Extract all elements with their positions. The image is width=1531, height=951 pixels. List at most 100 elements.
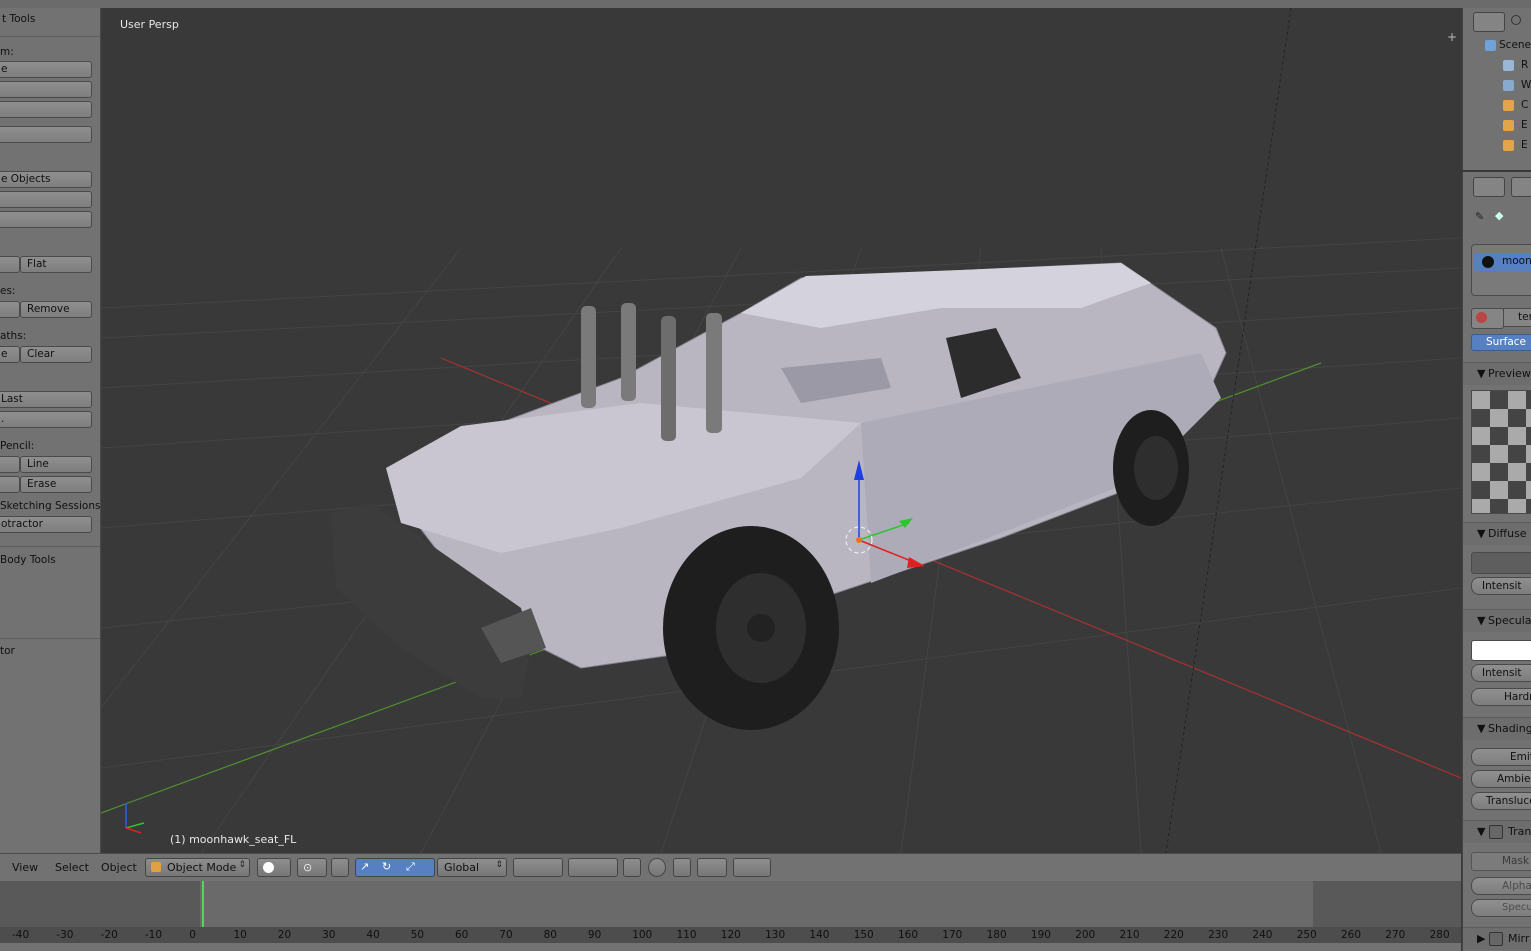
snap-toggle[interactable] — [673, 858, 691, 877]
outliner-row[interactable]: W — [1489, 78, 1531, 94]
tool-button-right[interactable]: Remove — [20, 301, 92, 318]
outliner-row[interactable]: C — [1489, 98, 1531, 114]
editor-type-selector[interactable] — [1473, 177, 1505, 197]
tool-button-left[interactable] — [0, 456, 20, 473]
translucency-field[interactable]: Translucе — [1471, 792, 1531, 810]
timeline-tick-label: 60 — [455, 929, 469, 941]
transparency-checkbox[interactable] — [1489, 825, 1503, 839]
timeline-tick-label: 70 — [499, 929, 513, 941]
timeline-tick-label: -20 — [100, 929, 118, 941]
render-buttons[interactable] — [733, 858, 771, 877]
tool-button-right[interactable]: Line — [20, 456, 92, 473]
tool-button-left[interactable] — [0, 256, 20, 273]
tool-button[interactable] — [0, 211, 92, 228]
timeline-tick-label: 280 — [1429, 929, 1450, 941]
material-slot-list[interactable]: moonh — [1471, 244, 1531, 296]
material-browse-button[interactable] — [1471, 308, 1504, 329]
tool-button[interactable]: e — [0, 61, 92, 78]
operator-panel-header[interactable]: tor — [0, 645, 15, 657]
editor-type-selector[interactable] — [1473, 12, 1505, 32]
timeline-tick-label: 270 — [1385, 929, 1406, 941]
outliner-row[interactable]: E — [1489, 138, 1531, 154]
orientation-selector[interactable]: Global ⇕ — [437, 858, 507, 877]
timeline-tick-label: 80 — [543, 929, 557, 941]
menu-select[interactable]: Select — [55, 861, 89, 874]
outliner-row[interactable]: R — [1489, 58, 1531, 74]
layer-buttons-2[interactable] — [568, 858, 618, 877]
timeline-tick-label: 10 — [233, 929, 247, 941]
timeline-tick-label: 30 — [322, 929, 336, 941]
proportional-edit-button[interactable] — [648, 858, 666, 877]
emit-field[interactable]: Emit — [1471, 748, 1531, 766]
material-name-field[interactable]: terio — [1503, 308, 1531, 327]
tool-button-right[interactable]: Flat — [20, 256, 92, 273]
timeline-ruler[interactable]: -40 -30 -20 -10 0 10 20 30 40 50 60 70 80 90 100 110 120… — [0, 927, 1461, 943]
tool-button-left[interactable] — [0, 301, 20, 318]
mode-selector[interactable]: Object Mode ⇕ — [145, 858, 250, 877]
ambient-field[interactable]: Ambien — [1471, 770, 1531, 788]
scale-icon: ⤢ — [406, 860, 415, 873]
rigid-body-tools-header[interactable]: Body Tools — [0, 554, 56, 566]
tool-button-left[interactable] — [0, 476, 20, 493]
tool-button[interactable] — [0, 191, 92, 208]
specular-color-swatch[interactable] — [1471, 640, 1531, 661]
material-sphere-icon — [1482, 256, 1494, 268]
layer-buttons-1[interactable] — [513, 858, 563, 877]
tool-button[interactable] — [0, 81, 92, 98]
tool-button-left[interactable]: e — [0, 346, 20, 363]
material-context-icon[interactable]: ◆ — [1495, 209, 1503, 222]
tab-surface[interactable]: Surface — [1471, 334, 1531, 351]
tool-button[interactable] — [0, 126, 92, 143]
diffuse-color-swatch[interactable] — [1471, 552, 1531, 574]
material-browse-icon — [1476, 312, 1487, 323]
viewport-scene — [101, 8, 1461, 853]
3d-viewport[interactable]: User Persp (1) moonhawk_seat_FL + — [101, 8, 1461, 853]
outliner-filter-icon[interactable] — [1511, 15, 1521, 25]
shading-panel-header[interactable]: ▼ Shading — [1463, 717, 1531, 740]
current-frame-cursor[interactable] — [202, 881, 204, 927]
menu-object[interactable]: Object — [101, 861, 137, 874]
timeline-tick-label: 0 — [189, 929, 196, 941]
specular-panel-header[interactable]: ▼ Specula — [1463, 609, 1531, 632]
tool-button[interactable] — [0, 101, 92, 118]
outliner-row[interactable]: Scene — [1467, 38, 1531, 54]
viewport-shading-selector[interactable] — [257, 858, 291, 877]
timeline-tick-label: 140 — [809, 929, 830, 941]
viewport-plus-icon[interactable]: + — [1447, 30, 1457, 44]
timeline[interactable]: -40 -30 -20 -10 0 10 20 30 40 50 60 70 80 90 100 110 120… — [0, 881, 1461, 951]
timeline-tick-label: 250 — [1296, 929, 1317, 941]
outliner-row[interactable]: E — [1489, 118, 1531, 134]
transform-manipulators[interactable]: ↗ ↻ ⤢ — [355, 858, 435, 877]
snap-element-selector[interactable] — [697, 858, 727, 877]
diffuse-intensity-slider[interactable]: Intensit — [1471, 577, 1531, 595]
material-slot-active[interactable]: moonh — [1474, 253, 1531, 271]
manipulator-toggle[interactable] — [331, 858, 349, 877]
transparency-panel-header[interactable]: ▼ Tran — [1463, 820, 1531, 843]
properties-editor: ✎ ◆ moonh terio Surface ▼ Preview ▼ Diff… — [1462, 172, 1531, 951]
diffuse-panel-header[interactable]: ▼ Diffuse — [1463, 522, 1531, 545]
tool-button-right[interactable]: Erase — [20, 476, 92, 493]
lock-layers-button[interactable] — [623, 858, 641, 877]
transparency-mask-button[interactable]: Mask — [1471, 852, 1531, 871]
pin-icon[interactable]: ✎ — [1475, 210, 1484, 223]
tool-button-right[interactable]: Clear — [20, 346, 92, 363]
preview-panel-header[interactable]: ▼ Preview — [1463, 362, 1531, 385]
tool-button[interactable]: otractor — [0, 516, 92, 533]
collapse-triangle-icon: ▶ — [1477, 932, 1486, 945]
hardness-field[interactable]: Hardr — [1471, 688, 1531, 706]
specular-alpha-slider[interactable]: Specul — [1471, 899, 1531, 917]
render-context-icon[interactable] — [1511, 177, 1531, 197]
timeline-tick-label: 50 — [410, 929, 425, 941]
specular-intensity-slider[interactable]: Intensit — [1471, 664, 1531, 682]
alpha-slider[interactable]: Alpha — [1471, 877, 1531, 895]
tool-button[interactable]: . — [0, 411, 92, 428]
material-preview-image — [1471, 390, 1531, 514]
tool-button[interactable]: e Objects — [0, 171, 92, 188]
tool-button[interactable]: Last — [0, 391, 92, 408]
mirror-checkbox[interactable] — [1489, 932, 1503, 946]
pivot-selector[interactable]: ⊙ — [297, 858, 327, 877]
mirror-panel-header[interactable]: ▶ Mirr — [1463, 927, 1531, 950]
menu-view[interactable]: View — [12, 861, 38, 874]
cube-icon — [151, 862, 161, 872]
timeline-tick-label: -40 — [12, 929, 30, 941]
